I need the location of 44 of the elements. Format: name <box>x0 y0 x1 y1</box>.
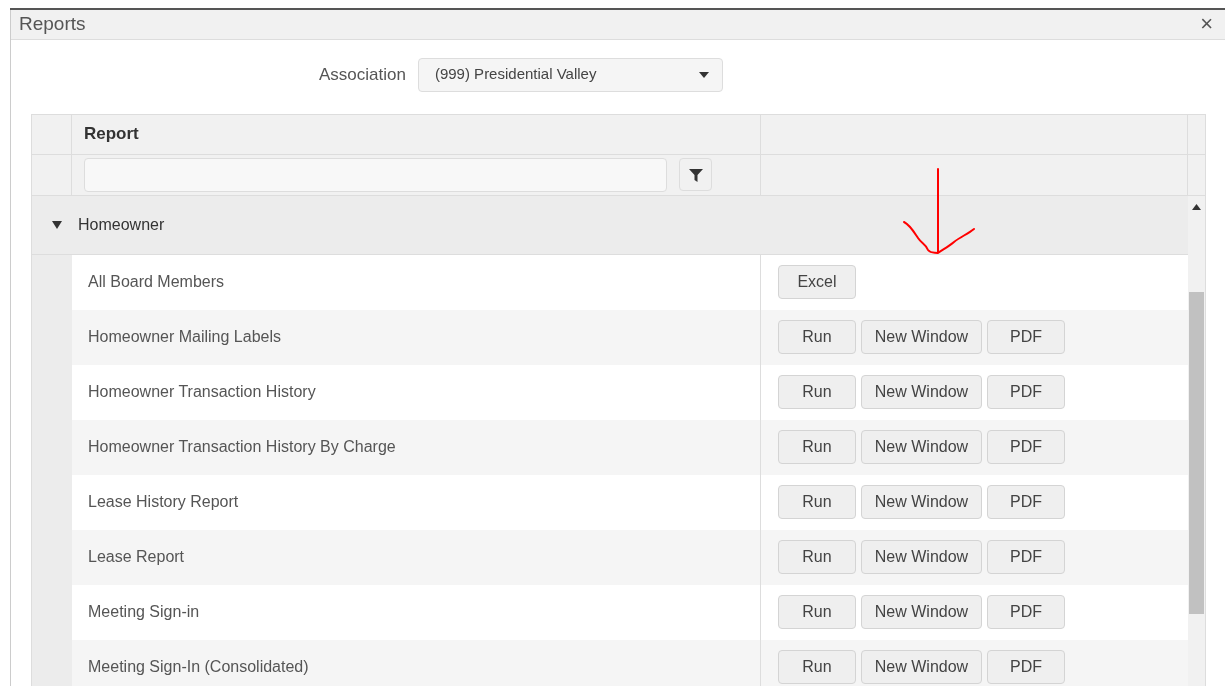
scrollbar-thumb[interactable] <box>1189 291 1204 614</box>
report-action-button[interactable]: PDF <box>987 430 1065 464</box>
report-name[interactable]: Meeting Sign-in <box>72 584 761 640</box>
filter-button[interactable] <box>679 158 712 191</box>
report-action-button[interactable]: New Window <box>861 485 982 519</box>
report-action-button[interactable]: New Window <box>861 650 982 684</box>
expand-icon <box>52 220 62 229</box>
filter-icon <box>687 166 704 183</box>
report-action-button[interactable]: Run <box>778 320 856 354</box>
report-name[interactable]: Meeting Sign-In (Consolidated) <box>72 639 761 686</box>
report-action-button[interactable]: Run <box>778 485 856 519</box>
report-action-button[interactable]: New Window <box>861 430 982 464</box>
report-action-button[interactable]: PDF <box>987 595 1065 629</box>
report-action-button[interactable]: Run <box>778 595 856 629</box>
report-action-button[interactable]: PDF <box>987 540 1065 574</box>
window-title: Reports <box>19 12 86 36</box>
scrollbar[interactable] <box>1188 195 1205 686</box>
report-action-button[interactable]: PDF <box>987 650 1065 684</box>
report-action-button[interactable]: PDF <box>987 485 1065 519</box>
report-name[interactable]: Lease History Report <box>72 474 761 530</box>
report-action-button[interactable]: PDF <box>987 375 1065 409</box>
report-action-button[interactable]: Excel <box>778 265 856 299</box>
group-label: Homeowner <box>78 214 165 235</box>
report-action-button[interactable]: PDF <box>987 320 1065 354</box>
report-action-button[interactable]: Run <box>778 430 856 464</box>
report-action-button[interactable]: New Window <box>861 595 982 629</box>
group-row[interactable]: Homeowner <box>32 195 1188 255</box>
report-name[interactable]: Homeowner Transaction History <box>72 364 761 420</box>
report-action-button[interactable]: New Window <box>861 375 982 409</box>
report-action-button[interactable]: New Window <box>861 320 982 354</box>
report-name[interactable]: Lease Report <box>72 529 761 585</box>
report-name[interactable]: All Board Members <box>72 254 761 310</box>
close-button[interactable]: × <box>1196 13 1217 36</box>
association-select[interactable]: (999) Presidential Valley <box>417 57 723 92</box>
report-name[interactable]: Homeowner Mailing Labels <box>72 309 761 365</box>
association-label: Association <box>319 63 406 86</box>
filter-field[interactable] <box>84 157 667 192</box>
report-action-button[interactable]: New Window <box>861 540 982 574</box>
scroll-up-icon <box>1192 203 1201 210</box>
report-action-button[interactable]: Run <box>778 650 856 684</box>
caret-icon <box>697 70 710 79</box>
report-action-button[interactable]: Run <box>778 540 856 574</box>
report-name[interactable]: Homeowner Transaction History By Charge <box>72 419 761 475</box>
report-action-button[interactable]: Run <box>778 375 856 409</box>
